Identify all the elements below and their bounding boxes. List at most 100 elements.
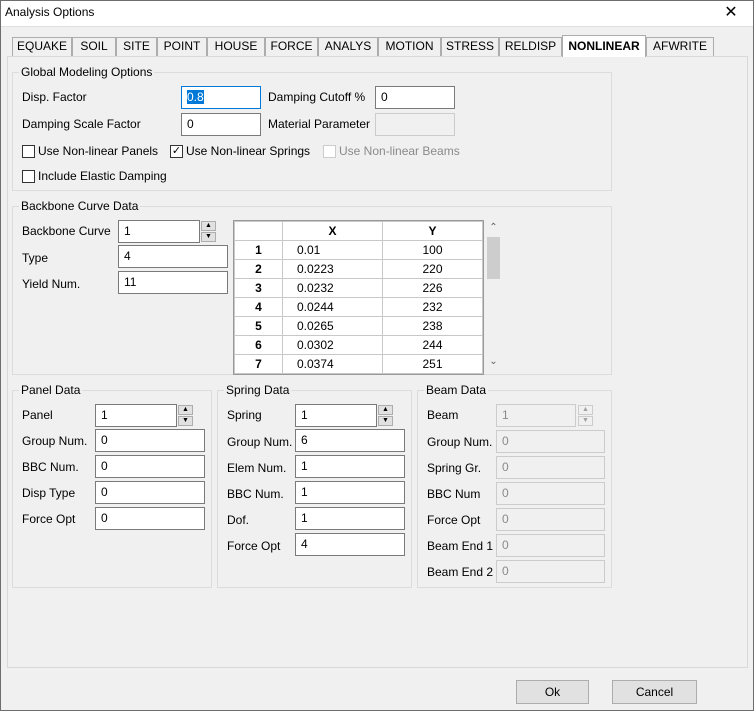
tab-reldisp[interactable]: RELDISP [499,37,562,56]
damping-scale-input[interactable]: 0 [181,113,261,136]
close-icon[interactable]: ✕ [708,0,754,27]
material-param-input[interactable] [375,113,455,136]
cell-y[interactable]: 251 [382,354,483,374]
backbone-curve-input[interactable]: 1 [118,220,200,243]
table-row[interactable]: 1 0.01 100 [234,240,483,260]
damping-cutoff-label: Damping Cutoff % [268,90,366,104]
group-title: Spring Data [224,383,292,397]
panel-input[interactable]: 1 [95,404,177,427]
tab-soil[interactable]: SOIL [72,37,116,56]
scroll-thumb[interactable] [487,237,500,279]
beam-spinner[interactable]: ▲ ▼ [578,405,593,426]
panel-group-input[interactable]: 0 [95,429,205,452]
nl-springs-checkbox[interactable]: ✓ [170,145,183,158]
cell-y[interactable]: 232 [382,297,483,317]
tab-force[interactable]: FORCE [265,37,318,56]
table-scrollbar[interactable]: ⌃ ⌄ [486,221,501,369]
scroll-up-icon[interactable]: ⌃ [486,221,501,235]
tab-nonlinear[interactable]: NONLINEAR [562,35,646,57]
table-row[interactable]: 2 0.0223 220 [234,259,483,279]
cell-y[interactable]: 220 [382,259,483,279]
panel-bbc-input[interactable]: 0 [95,455,205,478]
dof-input[interactable]: 1 [295,507,405,530]
spin-up-icon[interactable]: ▲ [201,221,216,231]
beam-end1-label: Beam End 1 [427,539,494,553]
beam-end1-input[interactable]: 0 [496,534,605,557]
cell-x[interactable]: 0.01 [282,240,383,260]
yield-num-input[interactable]: 11 [118,271,228,294]
table-row[interactable]: 5 0.0265 238 [234,316,483,336]
damping-cutoff-input[interactable]: 0 [375,86,455,109]
type-input[interactable]: 4 [118,245,228,268]
nl-beams-label: Use Non-linear Beams [339,144,460,158]
tab-site[interactable]: SITE [116,37,157,56]
row-header: 5 [234,316,283,336]
material-param-label: Material Parameter [268,117,371,131]
elem-num-input[interactable]: 1 [295,455,405,478]
table-header-row: X Y [234,221,483,241]
spin-up-icon[interactable]: ▲ [378,405,393,415]
backbone-curve-spinner[interactable]: ▲ ▼ [201,221,216,242]
table-row[interactable]: 7 0.0374 251 [234,354,483,374]
beam-force-opt-input[interactable]: 0 [496,508,605,531]
panel-force-opt-input[interactable]: 0 [95,507,205,530]
cell-x[interactable]: 0.0374 [282,354,383,374]
beam-bbc-label: BBC Num [427,487,481,501]
spring-force-opt-input[interactable]: 4 [295,533,405,556]
scroll-down-icon[interactable]: ⌄ [486,355,501,369]
spin-down-icon[interactable]: ▼ [578,416,593,426]
spin-down-icon[interactable]: ▼ [201,232,216,242]
spin-down-icon[interactable]: ▼ [178,416,193,426]
cell-x[interactable]: 0.0223 [282,259,383,279]
spring-group-label: Group Num. [227,435,293,449]
spring-input[interactable]: 1 [295,404,377,427]
disp-type-input[interactable]: 0 [95,481,205,504]
table-row[interactable]: 4 0.0244 232 [234,297,483,317]
cell-y[interactable]: 238 [382,316,483,336]
spring-group-input[interactable]: 6 [295,429,405,452]
spin-up-icon[interactable]: ▲ [578,405,593,415]
tab-motion[interactable]: MOTION [378,37,441,56]
disp-factor-input[interactable]: 0.8 [181,86,261,109]
cell-y[interactable]: 226 [382,278,483,298]
beam-end2-input[interactable]: 0 [496,560,605,583]
spin-up-icon[interactable]: ▲ [178,405,193,415]
cell-x[interactable]: 0.0302 [282,335,383,355]
nl-beams-checkbox[interactable] [323,145,336,158]
panel-spinner[interactable]: ▲ ▼ [178,405,193,426]
title-bar: Analysis Options ✕ [0,0,754,27]
spin-down-icon[interactable]: ▼ [378,416,393,426]
spring-force-opt-label: Force Opt [227,539,281,553]
elastic-damping-checkbox[interactable] [22,170,35,183]
cell-x[interactable]: 0.0232 [282,278,383,298]
tab-point[interactable]: POINT [157,37,207,56]
cell-x[interactable]: 0.0265 [282,316,383,336]
table-row[interactable]: 3 0.0232 226 [234,278,483,298]
column-header-y[interactable]: Y [382,221,483,241]
cell-y[interactable]: 100 [382,240,483,260]
tab-equake[interactable]: EQUAKE [12,37,72,56]
cell-y[interactable]: 244 [382,335,483,355]
tab-afwrite[interactable]: AFWRITE [646,37,714,56]
beam-bbc-input[interactable]: 0 [496,482,605,505]
elastic-damping-label: Include Elastic Damping [38,169,167,183]
spring-spinner[interactable]: ▲ ▼ [378,405,393,426]
nl-panels-label: Use Non-linear Panels [38,144,159,158]
beam-input[interactable]: 1 [496,404,576,427]
tab-house[interactable]: HOUSE [207,37,265,56]
cancel-button[interactable]: Cancel [612,680,697,704]
column-header-x[interactable]: X [282,221,383,241]
backbone-table[interactable]: X Y 1 0.01 100 2 0.0223 220 3 0.0232 226… [233,220,484,375]
spring-bbc-input[interactable]: 1 [295,481,405,504]
panel-label: Panel [22,408,53,422]
spring-gr-input[interactable]: 0 [496,456,605,479]
table-row[interactable]: 6 0.0302 244 [234,335,483,355]
ok-button[interactable]: Ok [516,680,589,704]
beam-group-input[interactable]: 0 [496,430,605,453]
type-label: Type [22,251,49,265]
tab-analys[interactable]: ANALYS [318,37,378,56]
cell-x[interactable]: 0.0244 [282,297,383,317]
disp-factor-label: Disp. Factor [22,90,87,104]
tab-stress[interactable]: STRESS [441,37,499,56]
nl-panels-checkbox[interactable] [22,145,35,158]
